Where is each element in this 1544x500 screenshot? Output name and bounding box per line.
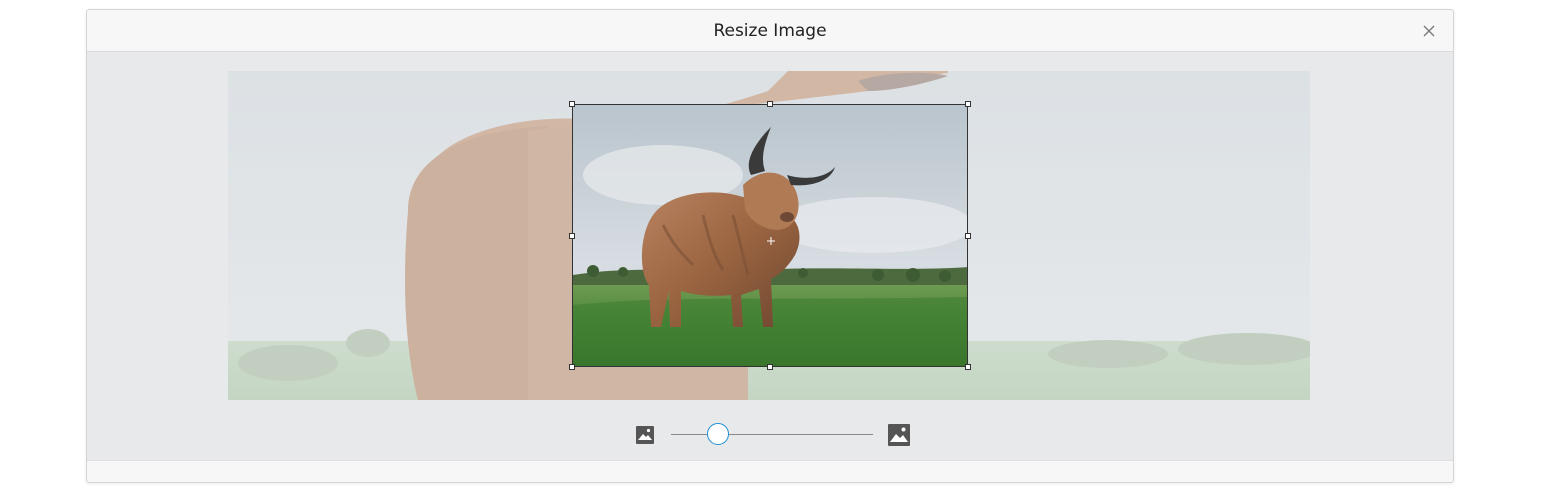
image-large-icon[interactable] — [887, 423, 911, 447]
crop-handle-bottom[interactable] — [767, 364, 773, 370]
crop-handle-top-left[interactable] — [569, 101, 575, 107]
dialog-title: Resize Image — [713, 21, 827, 41]
close-icon — [1423, 25, 1435, 37]
close-button[interactable] — [1421, 23, 1437, 39]
zoom-control — [635, 420, 911, 448]
crop-handle-left[interactable] — [569, 233, 575, 239]
resize-image-dialog: Resize Image — [86, 9, 1454, 483]
crop-handle-top[interactable] — [767, 101, 773, 107]
image-canvas[interactable] — [228, 71, 1310, 400]
zoom-slider-thumb[interactable] — [707, 423, 730, 445]
crop-handle-top-right[interactable] — [965, 101, 971, 107]
zoom-slider-track[interactable] — [671, 423, 873, 445]
crop-handle-bottom-right[interactable] — [965, 364, 971, 370]
crop-handle-right[interactable] — [965, 233, 971, 239]
crop-handle-bottom-left[interactable] — [569, 364, 575, 370]
dialog-footer — [87, 460, 1453, 482]
image-small-icon[interactable] — [635, 425, 655, 445]
crop-center-marker — [767, 232, 775, 245]
crop-selection[interactable] — [572, 104, 968, 367]
dialog-header: Resize Image — [87, 10, 1453, 52]
